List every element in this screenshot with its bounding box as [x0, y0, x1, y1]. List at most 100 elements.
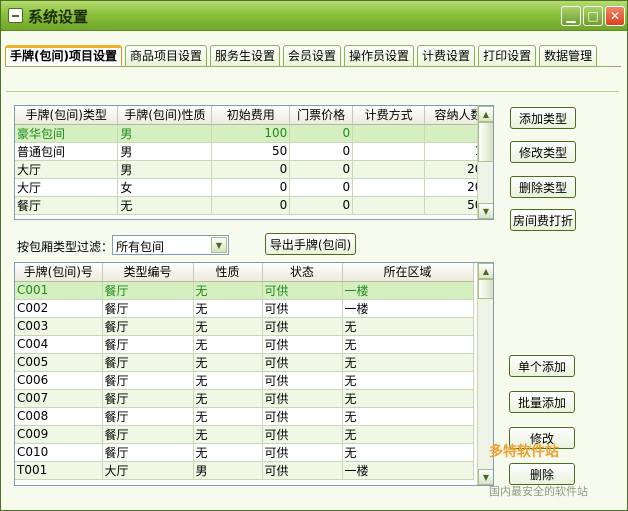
maximize-icon: □	[587, 9, 599, 23]
cell: 餐厅	[102, 353, 194, 372]
table-row[interactable]: T001 大厅男可供 一楼	[15, 461, 474, 480]
scroll-thumb[interactable]	[478, 279, 493, 299]
table-row[interactable]: C001 餐厅无可供 一楼	[15, 281, 474, 300]
cell: 无	[193, 353, 263, 372]
table-row[interactable]: C005 餐厅无可供无	[15, 353, 474, 372]
tab-billing[interactable]: 计费设置	[417, 45, 476, 67]
column-header[interactable]: 计费方式	[352, 106, 426, 125]
vertical-scrollbar[interactable]: ▲ ▼	[477, 106, 493, 219]
cell: 大厅	[15, 160, 119, 179]
cell: 女	[117, 178, 213, 197]
column-header[interactable]: 类型编号	[102, 263, 194, 282]
scroll-thumb[interactable]	[478, 122, 493, 162]
tab-member[interactable]: 会员设置	[283, 45, 342, 67]
column-header[interactable]: 性质	[193, 263, 263, 282]
cell: 男	[117, 142, 213, 161]
system-menu-icon[interactable]	[8, 8, 23, 23]
table-row[interactable]: 大厅 男 0 0 200	[15, 160, 493, 179]
cell: 无	[193, 371, 263, 390]
tab-product-items[interactable]: 商品项目设置	[124, 45, 207, 67]
scroll-up-icon[interactable]: ▲	[478, 106, 493, 122]
table-row[interactable]: 普通包间 男 50 0 10	[15, 142, 493, 161]
table-row[interactable]: C010 餐厅无可供无	[15, 443, 474, 462]
cell: 0	[289, 178, 354, 197]
cell: 一楼	[342, 299, 474, 318]
cell	[352, 178, 426, 197]
table-row[interactable]: C003 餐厅无可供无	[15, 317, 474, 336]
room-type-table: 手牌(包间)类型 手牌(包间)性质 初始费用 门票价格 计费方式 容纳人数 豪华…	[15, 106, 493, 215]
table-row[interactable]: C008 餐厅无可供无	[15, 407, 474, 426]
cell: 可供	[262, 353, 343, 372]
watermark-slogan: 国内最安全的软件站	[489, 485, 588, 498]
add-type-button[interactable]: 添加类型	[510, 107, 576, 129]
table-row[interactable]: C004 餐厅无可供无	[15, 335, 474, 354]
export-rooms-button[interactable]: 导出手牌(包间)	[265, 233, 356, 255]
settings-window: 系统设置 ▁ □ ✕ 手牌(包间)项目设置 商品项目设置 服务生设置 会员设置 …	[0, 0, 628, 511]
table-row[interactable]: C006 餐厅无可供无	[15, 371, 474, 390]
cell: 豪华包间	[15, 124, 119, 143]
title-bar[interactable]: 系统设置 ▁ □ ✕	[1, 1, 627, 31]
single-add-button[interactable]: 单个添加	[509, 355, 575, 377]
cell: C002	[15, 299, 103, 318]
column-header[interactable]: 门票价格	[289, 106, 354, 125]
table-row[interactable]: 大厅 女 0 0 200	[15, 178, 493, 197]
minimize-button[interactable]: ▁	[561, 6, 581, 26]
cell: 男	[117, 160, 213, 179]
room-fee-discount-button[interactable]: 房间费打折	[510, 209, 576, 231]
cell: 无	[193, 389, 263, 408]
cell: C001	[15, 281, 103, 300]
table-row[interactable]: 豪华包间 男 100 0 2	[15, 124, 493, 143]
cell: C009	[15, 425, 103, 444]
cell: C007	[15, 389, 103, 408]
column-header[interactable]: 所在区域	[342, 263, 474, 282]
edit-type-button[interactable]: 修改类型	[510, 141, 576, 163]
tab-operator[interactable]: 操作员设置	[344, 45, 415, 67]
cell: 餐厅	[102, 443, 194, 462]
cell: 无	[193, 407, 263, 426]
tab-print[interactable]: 打印设置	[478, 45, 537, 67]
cell: 可供	[262, 425, 343, 444]
cell: 大厅	[102, 461, 194, 480]
cell: 50	[211, 142, 291, 161]
cell: 无	[117, 196, 213, 215]
panel-divider	[6, 91, 619, 92]
close-button[interactable]: ✕	[605, 6, 625, 26]
table-header: 手牌(包间)类型 手牌(包间)性质 初始费用 门票价格 计费方式 容纳人数	[15, 106, 493, 125]
cell: 0	[289, 124, 354, 143]
column-header[interactable]: 手牌(包间)号	[15, 263, 103, 282]
tab-waiter[interactable]: 服务生设置	[210, 45, 281, 67]
cell: C006	[15, 371, 103, 390]
tab-room-items[interactable]: 手牌(包间)项目设置	[5, 45, 122, 67]
cell: 可供	[262, 281, 343, 300]
maximize-button[interactable]: □	[583, 6, 603, 26]
scroll-up-icon[interactable]: ▲	[478, 263, 493, 279]
table-row[interactable]: C009 餐厅无可供无	[15, 425, 474, 444]
column-header[interactable]: 初始费用	[211, 106, 291, 125]
cell: 可供	[262, 389, 343, 408]
column-header[interactable]: 手牌(包间)类型	[15, 106, 119, 125]
room-list-grid[interactable]: 手牌(包间)号 类型编号 性质 状态 所在区域 C001 餐厅无可供 一楼 C002…	[14, 262, 494, 486]
filter-label: 按包厢类型过滤：	[17, 240, 114, 254]
batch-add-button[interactable]: 批量添加	[509, 391, 575, 413]
cell: 0	[211, 160, 291, 179]
table-row[interactable]: C007 餐厅无可供无	[15, 389, 474, 408]
cell: 100	[211, 124, 291, 143]
cell: 无	[342, 371, 474, 390]
room-type-filter-select[interactable]: 所有包间 ▼	[112, 235, 229, 255]
cell: 餐厅	[102, 371, 194, 390]
tab-data-management[interactable]: 数据管理	[539, 45, 598, 67]
cell: 无	[193, 281, 263, 300]
column-header[interactable]: 状态	[262, 263, 343, 282]
table-row[interactable]: 餐厅 无 0 0 500	[15, 196, 493, 215]
cell: 无	[193, 335, 263, 354]
delete-type-button[interactable]: 删除类型	[510, 176, 576, 198]
cell: 可供	[262, 299, 343, 318]
cell: 无	[342, 353, 474, 372]
scroll-down-icon[interactable]: ▼	[478, 203, 493, 219]
cell: 可供	[262, 371, 343, 390]
table-row[interactable]: C002 餐厅无可供 一楼	[15, 299, 474, 318]
cell: 0	[289, 142, 354, 161]
column-header[interactable]: 手牌(包间)性质	[117, 106, 213, 125]
room-type-grid[interactable]: 手牌(包间)类型 手牌(包间)性质 初始费用 门票价格 计费方式 容纳人数 豪华…	[14, 105, 494, 220]
chevron-down-icon[interactable]: ▼	[211, 237, 227, 253]
